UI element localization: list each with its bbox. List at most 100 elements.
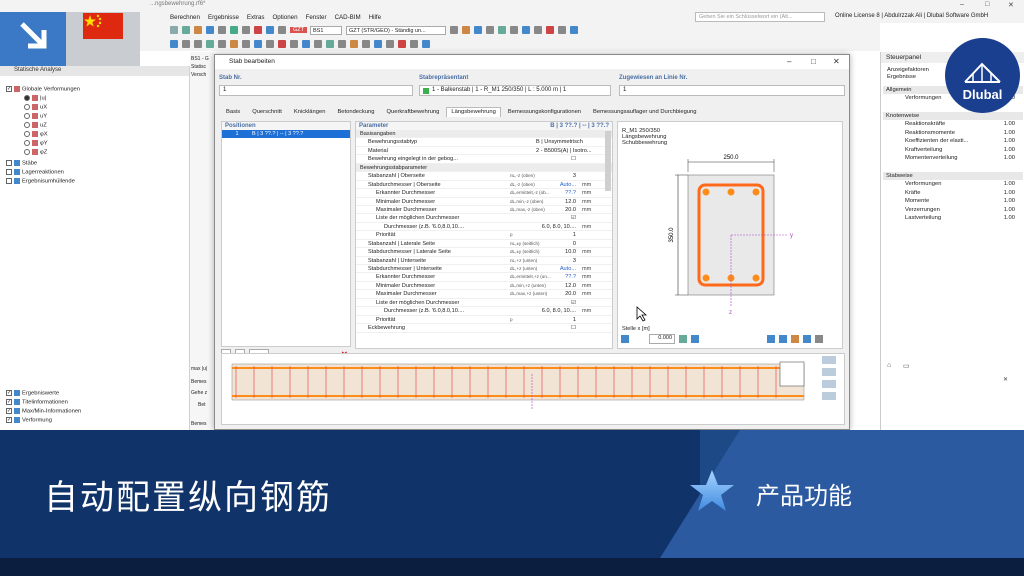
menu-extras[interactable]: Extras (247, 14, 265, 21)
section-header[interactable]: Stabweise (883, 172, 1023, 180)
factor-row[interactable]: Momentenverteilung 1.00 (883, 154, 1023, 163)
prev-position-icon[interactable] (679, 335, 687, 343)
toolbar-icon[interactable] (522, 26, 530, 34)
settings-icon[interactable] (815, 335, 823, 343)
parameter-row[interactable]: Maximaler Durchmesser dL,max,-z (oben) 20.… (356, 206, 612, 215)
factor-value[interactable]: 1.00 (1004, 137, 1015, 146)
toolbar-icon[interactable] (474, 26, 482, 34)
tree-globale-verformungen[interactable]: Globale Verformungen (6, 86, 80, 93)
maximize-icon[interactable]: □ (985, 1, 989, 8)
checkbox-icon[interactable] (6, 86, 12, 92)
parameter-value[interactable]: Auto... (536, 265, 576, 273)
tree-maxmin[interactable]: Max/Min-Informationen (6, 408, 81, 415)
toolbar-icon[interactable] (242, 40, 250, 48)
parameter-row[interactable]: Bewehrung eingelegt in der gebog... ☐ (356, 155, 612, 164)
toolbar-icon[interactable] (242, 26, 250, 34)
parameter-value[interactable]: 10.0 (536, 248, 576, 256)
close-icon[interactable]: ✕ (833, 57, 840, 66)
parameter-value[interactable]: ☑ (536, 299, 576, 307)
parameter-row[interactable]: Minimaler Durchmesser dL,min,+z (unten) 12… (356, 282, 612, 291)
toolbar-icon[interactable] (230, 26, 238, 34)
toolbar-icon[interactable] (182, 40, 190, 48)
menu-berechnen[interactable]: Berechnen (170, 14, 200, 21)
toolbar-icon[interactable] (302, 40, 310, 48)
checkbox-icon[interactable] (6, 390, 12, 396)
display-icon[interactable]: ▭ (903, 362, 910, 370)
toolbar-icon[interactable] (398, 40, 406, 48)
parameter-value[interactable]: 20.0 (536, 290, 576, 298)
radio-icon[interactable] (24, 131, 30, 137)
zoom-icon[interactable] (822, 368, 836, 376)
parameter-row[interactable]: Priorität p 1 (356, 231, 612, 240)
parameter-row[interactable]: Liste der möglichen Durchmesser ☑ (356, 299, 612, 308)
tree-staebe[interactable]: Stäbe (6, 160, 37, 167)
minimize-icon[interactable]: – (960, 1, 964, 8)
menu-ergebnisse[interactable]: Ergebnisse (208, 14, 239, 21)
parameter-value[interactable]: 1 (536, 316, 576, 324)
tree-phiz[interactable]: φZ (24, 149, 47, 156)
factor-row[interactable]: Lastverteilung 1.00 (883, 214, 1023, 223)
tree-ergebnisumhuellende[interactable]: Ergebnisumhüllende (6, 178, 75, 185)
parameter-section[interactable]: Bewehrungsstabparameter (356, 163, 612, 173)
checkbox-icon[interactable] (6, 178, 12, 184)
tree-ergebniswerte[interactable]: Ergebniswerte (6, 390, 59, 397)
display-options-icon[interactable] (822, 392, 836, 400)
print-icon[interactable] (803, 335, 811, 343)
toolbar-icon[interactable] (182, 26, 190, 34)
section-header[interactable]: Knotenweise (883, 112, 1023, 120)
toolbar-icon[interactable] (338, 40, 346, 48)
factor-row[interactable]: Reaktionsmomente 1.00 (883, 129, 1023, 138)
toolbar-icon[interactable] (218, 26, 226, 34)
render-icon[interactable] (791, 335, 799, 343)
parameter-value[interactable]: 2 - B500S(A) | Isotro... (536, 147, 592, 155)
loadcase-combo-select[interactable]: GZT (STR/GEO) - Ständig un... (346, 25, 446, 35)
toolbar-icon[interactable] (194, 40, 202, 48)
factor-value[interactable]: 1.00 (1004, 214, 1015, 223)
parameter-row[interactable]: Durchmesser (z.B. '6.0,8.0,10.... 6.0, 8.… (356, 307, 612, 316)
radio-icon[interactable] (24, 149, 30, 155)
radio-icon[interactable] (24, 104, 30, 110)
toolbar-icon[interactable] (374, 40, 382, 48)
factor-row[interactable]: Kräfte 1.00 (883, 189, 1023, 198)
toolbar-icon[interactable] (386, 40, 394, 48)
member-number-input[interactable]: 1 (219, 85, 413, 96)
factor-row[interactable]: Verformungen 1.00 (883, 180, 1023, 189)
loadcase-id-select[interactable]: BS1 (310, 25, 342, 35)
parameter-row[interactable]: Erkannter Durchmesser dL,ermittelt,-z (ob… (356, 189, 612, 198)
member-representative-select[interactable]: 1 - Balkenstab | 1 - R_M1 250/350 | L : … (419, 85, 611, 96)
position-x-select[interactable]: 0.000 (649, 334, 675, 344)
factor-value[interactable]: 1.00 (1004, 120, 1015, 129)
radio-icon[interactable] (24, 113, 30, 119)
checkbox-icon[interactable] (6, 399, 12, 405)
menu-hilfe[interactable]: Hilfe (369, 14, 381, 21)
parameter-value[interactable]: B | Unsymmetrisch (536, 138, 583, 146)
parameter-row[interactable]: Stabdurchmesser | Laterale Seite dL,±y (s… (356, 248, 612, 257)
checkbox-icon[interactable] (6, 408, 12, 414)
menu-optionen[interactable]: Optionen (272, 14, 297, 21)
parameter-row[interactable]: Stabanzahl | Oberseite nL,-z (oben) 3 (356, 172, 612, 181)
toolbar-icon[interactable] (570, 26, 578, 34)
parameter-row[interactable]: Durchmesser (z.B. '6.0,8.0,10.... 6.0, 8.… (356, 223, 612, 232)
parameter-row[interactable]: Liste der möglichen Durchmesser ☑ (356, 214, 612, 223)
parameter-row[interactable]: Erkannter Durchmesser dL,ermittelt,+z (un… (356, 273, 612, 282)
parameter-value[interactable]: ??.? (536, 189, 576, 197)
toolbar-icon[interactable] (170, 26, 178, 34)
filter-icon[interactable] (767, 335, 775, 343)
factor-value[interactable]: 1.00 (1004, 189, 1015, 198)
parameter-row[interactable]: Eckbewehrung ☐ (356, 324, 612, 333)
toolbar-icon[interactable] (206, 40, 214, 48)
checkbox-icon[interactable] (6, 169, 12, 175)
view-icon[interactable] (822, 356, 836, 364)
tree-titelinformationen[interactable]: Titelinformationen (6, 399, 68, 406)
toolbar-icon[interactable] (278, 40, 286, 48)
toolbar-icon[interactable] (266, 40, 274, 48)
toolbar-icon[interactable] (206, 26, 214, 34)
parameter-value[interactable]: 3 (536, 172, 576, 180)
checkbox-icon[interactable] (6, 160, 12, 166)
parameter-section[interactable]: Basisangaben (356, 130, 612, 139)
tree-ux[interactable]: uX (24, 104, 47, 111)
tree-verformung[interactable]: Verformung (6, 417, 52, 424)
close-icon[interactable]: ✕ (1008, 1, 1014, 9)
parameter-value[interactable]: 0 (536, 240, 576, 248)
parameter-row[interactable]: Material 2 - B500S(A) | Isotro... (356, 147, 612, 156)
